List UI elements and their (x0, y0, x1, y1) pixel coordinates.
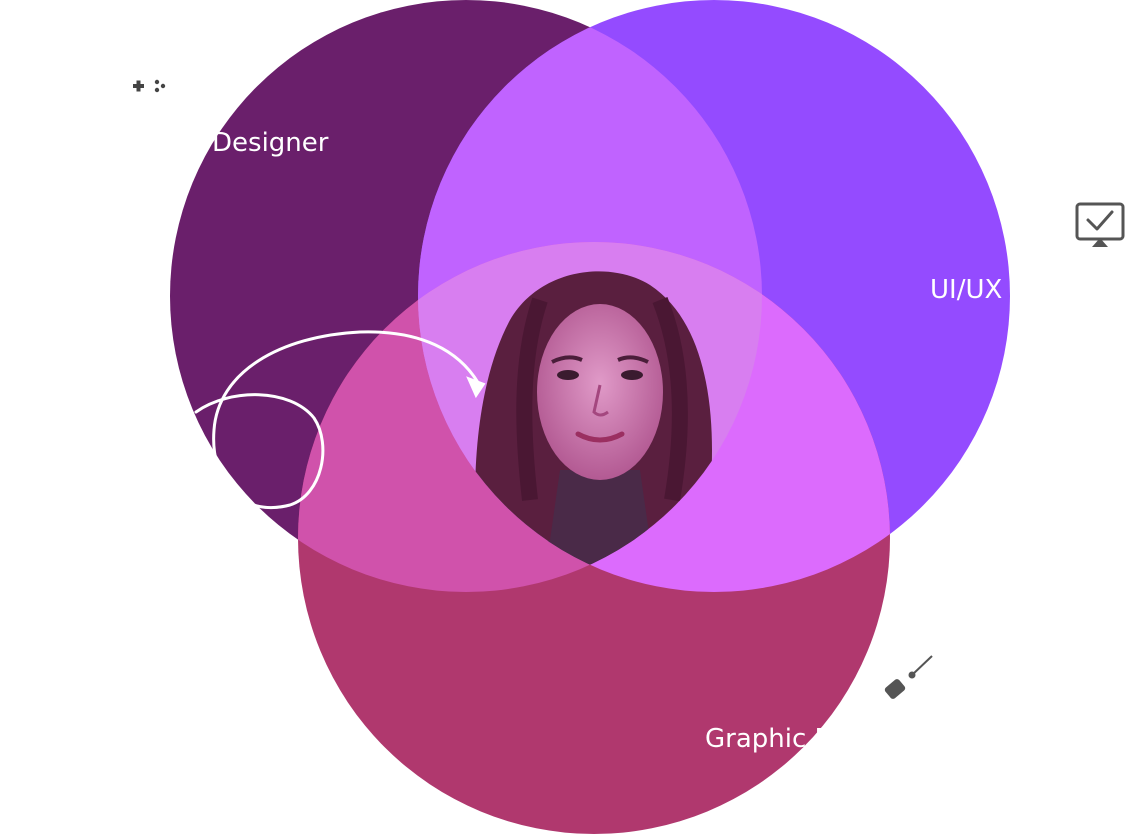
paint-brush-icon (884, 655, 933, 699)
venn-diagram: Designer UI/UX Graphic D (133, 0, 1125, 834)
label-graphic: Graphic D (705, 724, 835, 754)
label-designer: Designer (212, 128, 329, 158)
label-uiux: UI/UX (930, 275, 1002, 305)
plus-dots-icon (133, 79, 166, 93)
monitor-check-icon (1075, 202, 1125, 247)
